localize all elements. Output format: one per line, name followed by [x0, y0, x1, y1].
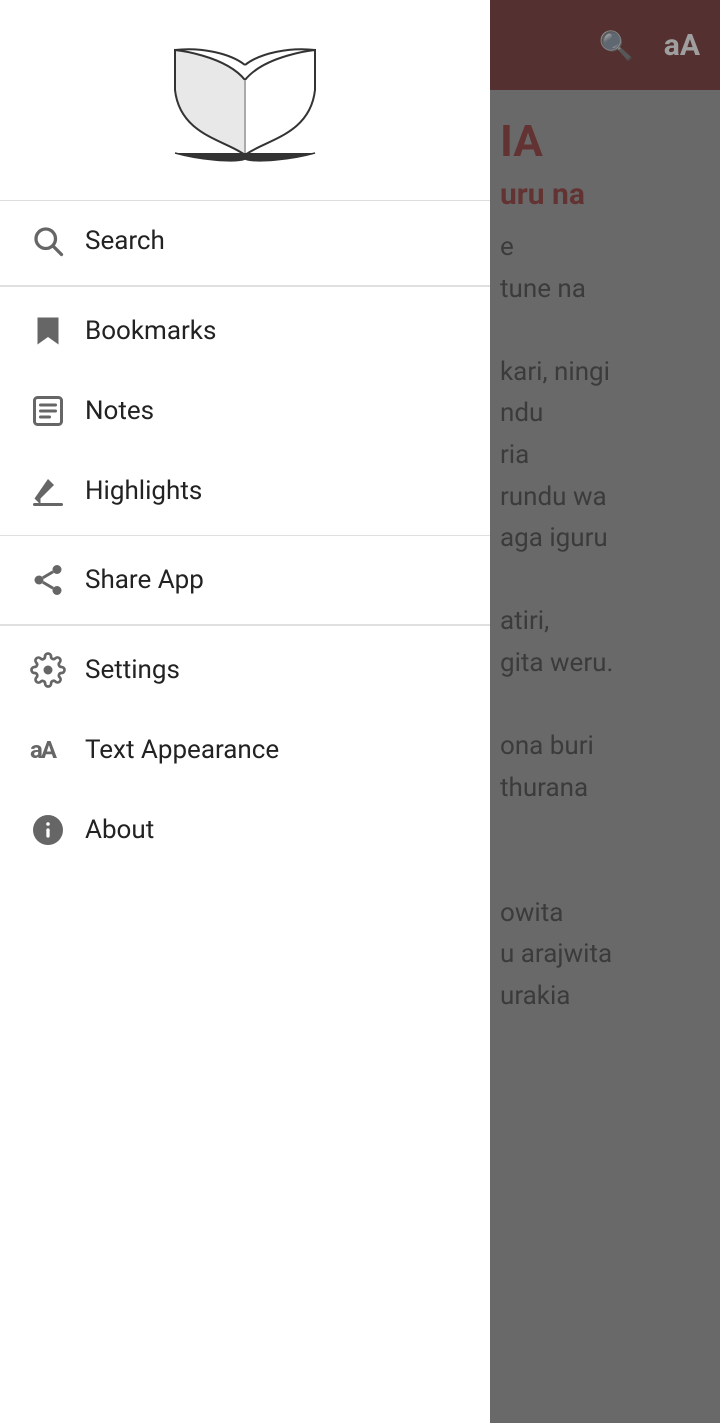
notes-label: Notes — [85, 396, 154, 426]
section-divider-2 — [0, 535, 490, 537]
highlights-label: Highlights — [85, 476, 202, 506]
section-divider-1 — [0, 285, 490, 287]
section-divider-3 — [0, 624, 490, 626]
menu-item-notes[interactable]: Notes — [0, 371, 490, 451]
about-label: About — [85, 815, 154, 845]
bookmark-icon — [30, 313, 85, 349]
text-appearance-label: Text Appearance — [85, 735, 279, 765]
info-icon — [30, 812, 85, 848]
menu-item-about[interactable]: About — [0, 790, 490, 870]
book-logo-icon — [165, 35, 325, 175]
drawer-backdrop[interactable] — [490, 0, 720, 1423]
settings-label: Settings — [85, 655, 180, 685]
text-appearance-icon: aA — [30, 736, 85, 764]
share-icon — [30, 562, 85, 598]
navigation-drawer: Search Bookmarks Notes — [0, 0, 490, 1423]
menu-item-highlights[interactable]: Highlights — [0, 451, 490, 531]
menu-item-text-appearance[interactable]: aA Text Appearance — [0, 710, 490, 790]
search-menu-icon — [30, 223, 85, 259]
menu-item-bookmarks[interactable]: Bookmarks — [0, 291, 490, 371]
menu-item-settings[interactable]: Settings — [0, 630, 490, 710]
bookmarks-label: Bookmarks — [85, 316, 216, 346]
app-logo-area — [0, 0, 490, 200]
notes-icon — [30, 393, 85, 429]
settings-icon — [30, 652, 85, 688]
share-label: Share App — [85, 565, 204, 595]
highlight-icon — [30, 473, 85, 509]
menu-item-search[interactable]: Search — [0, 201, 490, 281]
search-label: Search — [85, 226, 165, 256]
menu-item-share[interactable]: Share App — [0, 540, 490, 620]
